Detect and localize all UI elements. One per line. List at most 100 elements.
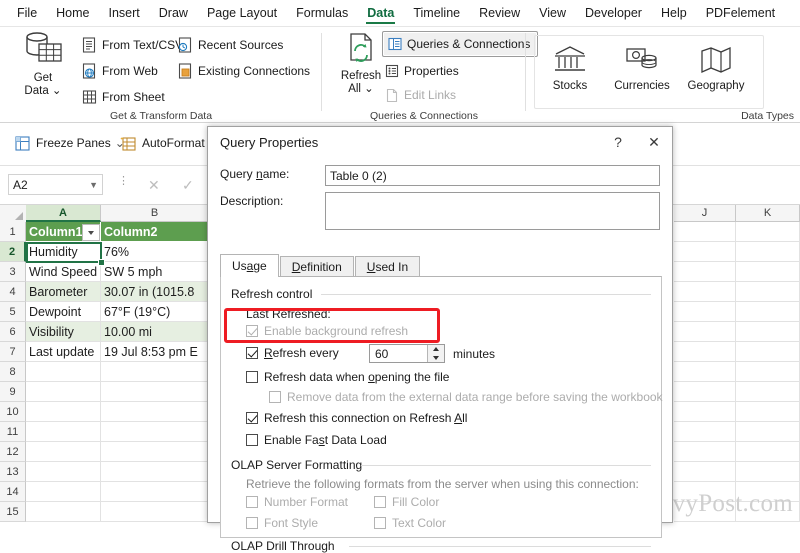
cell-j12[interactable] xyxy=(674,442,736,462)
stepper-up-icon[interactable] xyxy=(428,345,444,354)
enable-background-refresh-checkbox[interactable] xyxy=(246,325,258,337)
cell-k3[interactable] xyxy=(736,262,800,282)
ribbon-tab-data[interactable]: Data xyxy=(358,2,403,25)
cell-b5[interactable]: 67°F (19°C) xyxy=(101,302,209,322)
cell-j4[interactable] xyxy=(674,282,736,302)
queries-and-connections-button[interactable]: Queries & Connections xyxy=(382,31,539,57)
cell-k13[interactable] xyxy=(736,462,800,482)
row-header-14[interactable]: 14 xyxy=(0,482,26,502)
cell-a13[interactable] xyxy=(26,462,101,482)
refresh-interval-value[interactable]: 60 xyxy=(370,345,427,362)
row-header-6[interactable]: 6 xyxy=(0,322,26,342)
ribbon-tab-timeline[interactable]: Timeline xyxy=(404,2,469,25)
cell-a9[interactable] xyxy=(26,382,101,402)
ribbon-tab-home[interactable]: Home xyxy=(47,2,98,25)
cell-b4[interactable]: 30.07 in (1015.8 xyxy=(101,282,209,302)
row-header-11[interactable]: 11 xyxy=(0,422,26,442)
help-button[interactable]: ? xyxy=(600,127,636,157)
row-header-15[interactable]: 15 xyxy=(0,502,26,522)
refresh-every-checkbox[interactable] xyxy=(246,347,258,359)
row-header-1[interactable]: 1 xyxy=(0,222,26,242)
row-header-2[interactable]: 2 xyxy=(0,242,26,262)
column-header-b[interactable]: B xyxy=(101,205,209,222)
cell-b14[interactable] xyxy=(101,482,209,502)
ribbon-tab-view[interactable]: View xyxy=(530,2,575,25)
ribbon-tab-insert[interactable]: Insert xyxy=(100,2,149,25)
ribbon-tab-developer[interactable]: Developer xyxy=(576,2,651,25)
cell-b11[interactable] xyxy=(101,422,209,442)
cancel-edit-icon[interactable]: ✕ xyxy=(148,177,160,194)
cell-a11[interactable] xyxy=(26,422,101,442)
filter-dropdown-column1[interactable] xyxy=(82,224,100,241)
refresh-every-row[interactable]: Refresh every xyxy=(246,346,339,360)
cell-a14[interactable] xyxy=(26,482,101,502)
column-header-a[interactable]: A xyxy=(26,205,101,222)
row-header-3[interactable]: 3 xyxy=(0,262,26,282)
cell-b12[interactable] xyxy=(101,442,209,462)
row-header-8[interactable]: 8 xyxy=(0,362,26,382)
enable-fast-data-load-row[interactable]: Enable Fast Data Load xyxy=(246,433,387,447)
cell-k10[interactable] xyxy=(736,402,800,422)
ribbon-tab-review[interactable]: Review xyxy=(470,2,529,25)
cell-k1[interactable] xyxy=(736,222,800,242)
cell-k2[interactable] xyxy=(736,242,800,262)
cell-a7[interactable]: Last update xyxy=(26,342,101,362)
cell-b13[interactable] xyxy=(101,462,209,482)
currencies-button[interactable]: Currencies xyxy=(610,45,674,92)
row-header-12[interactable]: 12 xyxy=(0,442,26,462)
properties-button[interactable]: Properties xyxy=(385,60,459,82)
cell-k5[interactable] xyxy=(736,302,800,322)
cell-j7[interactable] xyxy=(674,342,736,362)
fill-handle[interactable] xyxy=(98,259,105,266)
refresh-on-refresh-all-checkbox[interactable] xyxy=(246,412,258,424)
cell-k9[interactable] xyxy=(736,382,800,402)
column-header-j[interactable]: J xyxy=(674,205,736,222)
cell-j5[interactable] xyxy=(674,302,736,322)
cell-j9[interactable] xyxy=(674,382,736,402)
cell-a5[interactable]: Dewpoint xyxy=(26,302,101,322)
row-header-9[interactable]: 9 xyxy=(0,382,26,402)
cell-j8[interactable] xyxy=(674,362,736,382)
row-header-10[interactable]: 10 xyxy=(0,402,26,422)
ribbon-tab-help[interactable]: Help xyxy=(652,2,696,25)
enable-background-refresh-row[interactable]: Enable background refresh xyxy=(246,324,408,338)
table-header-column2[interactable]: Column2 xyxy=(101,222,209,242)
row-header-7[interactable]: 7 xyxy=(0,342,26,362)
row-header-5[interactable]: 5 xyxy=(0,302,26,322)
cell-a10[interactable] xyxy=(26,402,101,422)
from-web-button[interactable]: From Web xyxy=(82,60,158,82)
cell-k6[interactable] xyxy=(736,322,800,342)
cell-a15[interactable] xyxy=(26,502,101,522)
cell-j2[interactable] xyxy=(674,242,736,262)
ribbon-tab-formulas[interactable]: Formulas xyxy=(287,2,357,25)
refresh-on-refresh-all-row[interactable]: Refresh this connection on Refresh All xyxy=(246,411,467,425)
cell-j3[interactable] xyxy=(674,262,736,282)
cell-b9[interactable] xyxy=(101,382,209,402)
ribbon-tab-page-layout[interactable]: Page Layout xyxy=(198,2,286,25)
refresh-interval-stepper[interactable]: 60 xyxy=(369,344,445,363)
cell-k4[interactable] xyxy=(736,282,800,302)
name-box[interactable]: A2 ▼ xyxy=(8,174,103,195)
ribbon-tab-pdfelement[interactable]: PDFelement xyxy=(697,2,784,25)
tab-usage[interactable]: Us a ge xyxy=(220,254,279,277)
description-input[interactable] xyxy=(325,192,660,230)
from-text-csv-button[interactable]: From Text/CSV xyxy=(82,34,183,56)
cell-b8[interactable] xyxy=(101,362,209,382)
cell-k7[interactable] xyxy=(736,342,800,362)
geography-button[interactable]: Geography xyxy=(684,45,748,92)
enable-fast-data-load-checkbox[interactable] xyxy=(246,434,258,446)
tab-definition[interactable]: Definition xyxy=(279,256,354,277)
cell-b2[interactable]: 76% xyxy=(101,242,209,262)
cell-j11[interactable] xyxy=(674,422,736,442)
refresh-on-open-row[interactable]: Refresh data when opening the file xyxy=(246,370,449,384)
cell-b10[interactable] xyxy=(101,402,209,422)
cell-a4[interactable]: Barometer xyxy=(26,282,101,302)
refresh-on-open-checkbox[interactable] xyxy=(246,371,258,383)
row-header-13[interactable]: 13 xyxy=(0,462,26,482)
cell-a12[interactable] xyxy=(26,442,101,462)
freeze-panes-button[interactable]: Freeze Panes ⌄ xyxy=(14,132,125,154)
column-header-k[interactable]: K xyxy=(736,205,800,222)
autoformat-button[interactable]: AutoFormat xyxy=(120,132,205,154)
cell-j13[interactable] xyxy=(674,462,736,482)
cell-k11[interactable] xyxy=(736,422,800,442)
